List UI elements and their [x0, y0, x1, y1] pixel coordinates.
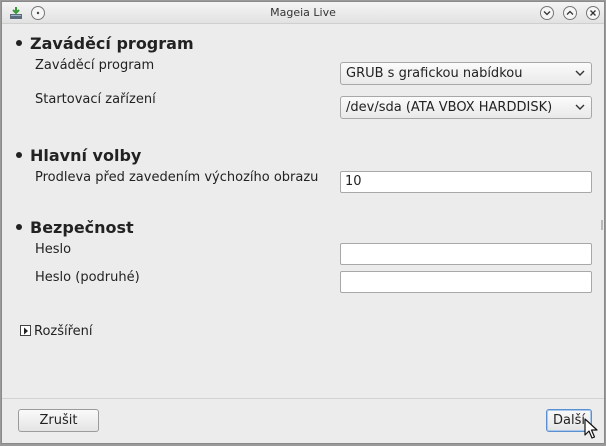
installer-window: Mageia Live Zaváděcí program Zaváděcí pr… [1, 1, 605, 444]
maximize-button[interactable] [563, 6, 577, 20]
chevron-down-icon [575, 70, 585, 76]
bullet-icon [16, 39, 22, 46]
expander-arrow-icon [20, 325, 31, 336]
minimize-button[interactable] [540, 6, 554, 20]
bullet-icon [16, 223, 22, 230]
section-main-options-text: Hlavní volby [30, 146, 142, 165]
cancel-button[interactable]: Zrušit [18, 409, 99, 432]
section-security-text: Bezpečnost [30, 218, 134, 237]
chevron-down-icon [543, 11, 551, 16]
delay-input[interactable]: 10 [340, 171, 592, 193]
delay-label: Prodleva před zavedením výchozího obrazu [35, 170, 319, 185]
boot-device-combo[interactable]: /dev/sda (ATA VBOX HARDDISK) [340, 96, 592, 119]
section-security-title: Bezpečnost [16, 218, 134, 237]
bootloader-combo-value: GRUB s grafickou nabídkou [346, 66, 523, 81]
button-separator [2, 398, 604, 399]
resize-grip-icon[interactable] [601, 220, 603, 230]
title-bar[interactable]: Mageia Live [2, 2, 604, 24]
password-input[interactable] [340, 243, 592, 265]
bootloader-combo[interactable]: GRUB s grafickou nabídkou [340, 62, 592, 85]
section-main-options-title: Hlavní volby [16, 146, 141, 165]
password-again-input[interactable] [340, 271, 592, 293]
close-button[interactable] [586, 6, 600, 20]
bullet-icon [16, 151, 22, 158]
bootloader-label: Zaváděcí program [35, 58, 155, 73]
boot-device-label: Startovací zařízení [35, 92, 156, 107]
chevron-down-icon [575, 104, 585, 110]
section-bootloader-title: Zaváděcí program [16, 34, 194, 53]
section-bootloader-text: Zaváděcí program [30, 34, 194, 53]
mouse-cursor-icon [584, 418, 598, 439]
boot-device-combo-value: /dev/sda (ATA VBOX HARDDISK) [346, 100, 553, 115]
window-title: Mageia Live [270, 6, 336, 19]
advanced-label: Rozšíření [34, 324, 93, 339]
advanced-expander[interactable]: Rozšíření [20, 324, 93, 339]
password-label: Heslo [35, 242, 72, 257]
chevron-up-icon [566, 10, 574, 15]
password-again-label: Heslo (podruhé) [35, 270, 140, 285]
close-icon [590, 10, 596, 16]
